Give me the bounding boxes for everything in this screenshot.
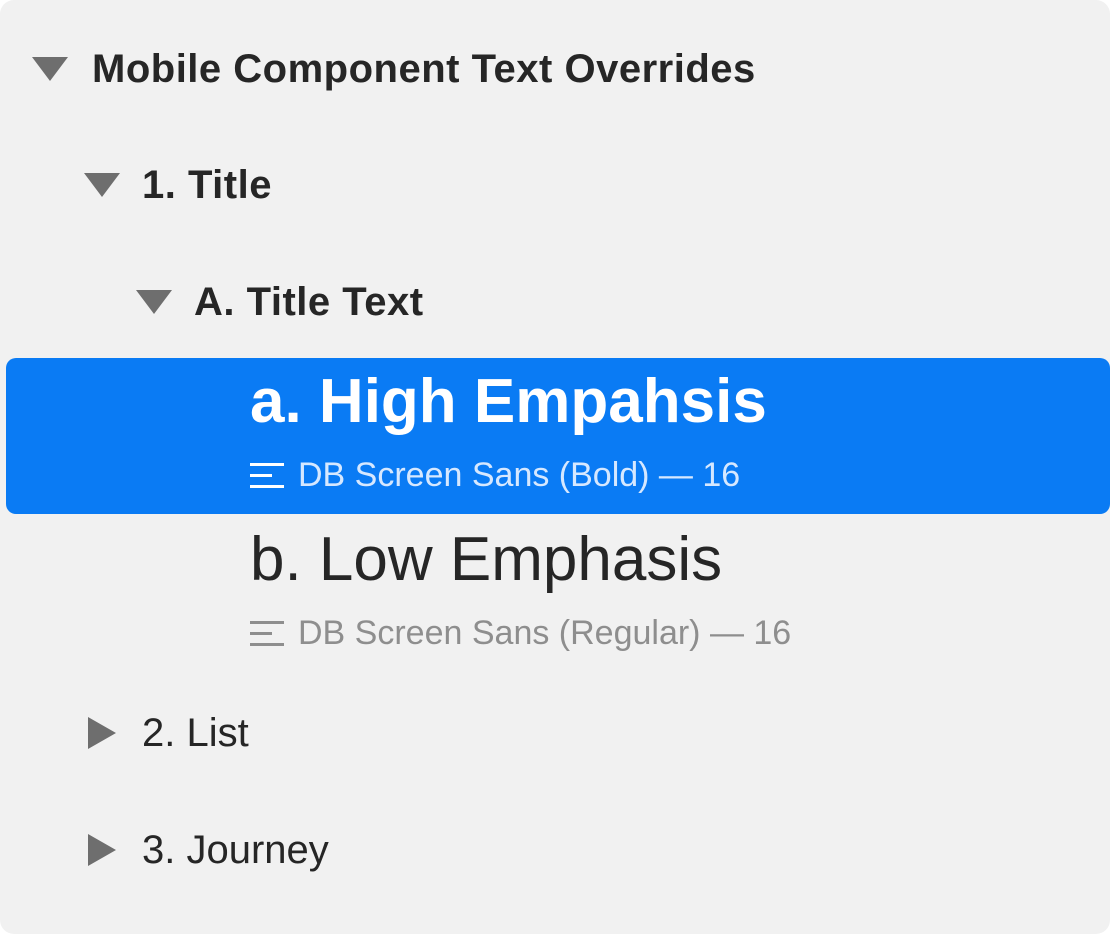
tree-row-label: 2. List: [142, 710, 249, 755]
disclosure-triangle-right-icon[interactable]: [88, 717, 116, 749]
tree-row-label: 1. Title: [142, 162, 272, 207]
tree-row-title[interactable]: 1. Title: [0, 160, 1110, 210]
text-style-meta: DB Screen Sans (Bold) — 16: [250, 456, 740, 495]
text-style-meta: DB Screen Sans (Regular) — 16: [250, 614, 791, 653]
disclosure-triangle-down-icon[interactable]: [136, 290, 172, 314]
tree-row-label: 3. Journey: [142, 827, 329, 872]
text-style-icon: [250, 620, 284, 647]
tree-row-title-text[interactable]: A. Title Text: [0, 277, 1110, 327]
text-styles-panel: Mobile Component Text Overrides 1. Title…: [0, 0, 1110, 934]
text-style-meta-label: DB Screen Sans (Bold) — 16: [298, 456, 741, 494]
tree-row-journey[interactable]: 3. Journey: [0, 825, 1110, 875]
disclosure-triangle-right-icon[interactable]: [88, 834, 116, 866]
text-style-icon: [250, 462, 284, 489]
tree-row-root[interactable]: Mobile Component Text Overrides: [0, 44, 1110, 94]
text-style-meta-label: DB Screen Sans (Regular) — 16: [298, 614, 792, 652]
disclosure-triangle-down-icon[interactable]: [84, 173, 120, 197]
disclosure-triangle-down-icon[interactable]: [32, 57, 68, 81]
text-style-item-high-emphasis[interactable]: a. High Empahsis DB Screen Sans (Bold) —…: [6, 358, 1110, 514]
tree-row-label: A. Title Text: [194, 279, 424, 324]
text-style-item-low-emphasis[interactable]: b. Low Emphasis DB Screen Sans (Regular)…: [6, 516, 1110, 672]
text-style-name: b. Low Emphasis: [250, 525, 723, 594]
tree-row-label: Mobile Component Text Overrides: [92, 46, 756, 91]
text-style-name: a. High Empahsis: [250, 367, 767, 436]
tree-row-list[interactable]: 2. List: [0, 708, 1110, 758]
